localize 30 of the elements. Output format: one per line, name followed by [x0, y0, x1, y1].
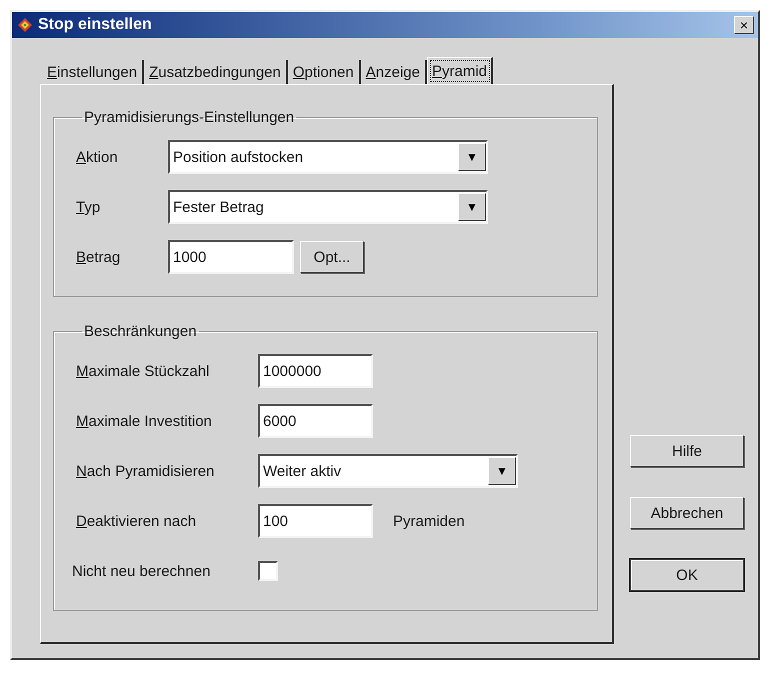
dialog-button[interactable]: OK	[630, 559, 744, 591]
input-field[interactable]: 1000000	[258, 354, 373, 388]
input-field[interactable]: 6000	[258, 404, 373, 438]
field-label: Betrag	[76, 248, 122, 266]
input-field[interactable]: 100	[258, 504, 373, 538]
group-title: Beschränkungen	[83, 323, 198, 340]
field-label: Aktion	[76, 148, 119, 166]
tab[interactable]: Zusatzbedingungen	[144, 60, 288, 84]
tab[interactable]: Optionen	[288, 60, 361, 84]
group-title: Pyramidisierungs-Einstellungen	[83, 109, 296, 126]
field-label: Maximale Investition	[76, 412, 213, 430]
field-label: Nicht neu berechnen	[72, 562, 212, 580]
checkbox[interactable]	[258, 561, 278, 581]
field-label: Deaktivieren nach	[76, 512, 198, 530]
close-button[interactable]: ×	[734, 16, 754, 34]
field-label: Typ	[76, 198, 102, 216]
app-icon	[16, 16, 34, 34]
unit-label: Pyramiden	[393, 512, 465, 530]
dropdown[interactable]: Position aufstocken ▼	[168, 140, 488, 174]
field-label: Nach Pyramidisieren	[76, 462, 216, 480]
dialog-button[interactable]: Hilfe	[630, 435, 744, 467]
tab[interactable]: Einstellungen	[42, 60, 144, 84]
window-title: Stop einstellen	[38, 16, 153, 34]
input-field[interactable]: 1000	[168, 240, 294, 274]
dropdown[interactable]: Weiter aktiv ▼	[258, 454, 518, 488]
tab[interactable]: Pyramid	[426, 57, 493, 85]
options-button[interactable]: Opt...	[300, 241, 364, 273]
dropdown[interactable]: Fester Betrag ▼	[168, 190, 488, 224]
field-label: Maximale Stückzahl	[76, 362, 210, 380]
dialog-button[interactable]: Abbrechen	[630, 497, 744, 529]
